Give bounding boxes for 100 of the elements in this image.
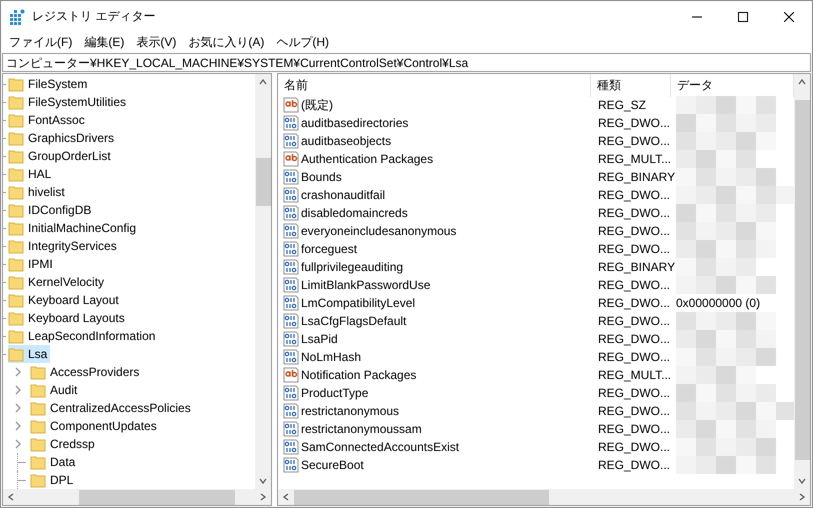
value-type: REG_SZ <box>597 97 648 114</box>
value-type: REG_DWO... <box>597 277 671 294</box>
value-name[interactable]: (既定) <box>278 96 591 114</box>
value-name[interactable]: auditbasedirectories <box>278 114 591 132</box>
close-icon <box>784 12 794 22</box>
expand-chevron-icon[interactable] <box>14 403 22 413</box>
folder-icon <box>8 184 24 200</box>
tree-item[interactable]: FontAssoc <box>8 111 88 129</box>
menu-item[interactable]: ヘルプ(H) <box>270 32 335 51</box>
vertical-scrollbar[interactable] <box>794 74 810 489</box>
folder-icon <box>8 256 24 272</box>
tree-item[interactable]: HAL <box>8 165 54 183</box>
column-header[interactable]: 種類 <box>591 74 671 97</box>
tree-item[interactable]: Audit <box>30 381 80 399</box>
scrollbar-thumb[interactable] <box>256 158 270 206</box>
folder-icon <box>8 130 24 146</box>
menu-item[interactable]: ファイル(F) <box>3 32 78 51</box>
horizontal-scrollbar[interactable] <box>3 489 271 505</box>
folder-icon <box>30 382 46 398</box>
value-type: REG_DWO... <box>597 187 671 204</box>
value-name[interactable]: restrictanonymous <box>278 402 591 420</box>
address-field[interactable]: コンピューター¥HKEY_LOCAL_MACHINE¥SYSTEM¥CurrentControlSet¥Control¥Lsa <box>2 53 811 72</box>
tree-item[interactable]: Credssp <box>30 435 98 453</box>
expand-chevron-icon[interactable] <box>14 421 22 431</box>
value-name[interactable]: fullprivilegeauditing <box>278 258 591 276</box>
value-name[interactable]: auditbaseobjects <box>278 132 591 150</box>
tree-item[interactable]: Lsa <box>8 345 50 363</box>
binary-value-icon <box>283 295 299 311</box>
value-name[interactable]: LimitBlankPasswordUse <box>278 276 591 294</box>
tree-item[interactable]: ComponentUpdates <box>30 417 160 435</box>
expand-chevron-icon[interactable] <box>14 367 22 377</box>
binary-value-icon <box>283 457 299 473</box>
tree-item[interactable]: hivelist <box>8 183 68 201</box>
tree-item[interactable]: Keyboard Layouts <box>8 309 128 327</box>
tree-item[interactable]: GroupOrderList <box>8 147 114 165</box>
value-type: REG_DWO... <box>597 331 671 348</box>
binary-value-icon <box>283 331 299 347</box>
value-name[interactable]: SecureBoot <box>278 456 591 474</box>
window-title: レジストリ エディター <box>32 8 156 25</box>
value-name[interactable]: everyoneincludesanonymous <box>278 222 591 240</box>
tree-item[interactable]: InitialMachineConfig <box>8 219 140 237</box>
value-name[interactable]: NoLmHash <box>278 348 591 366</box>
menu-item[interactable]: お気に入り(A) <box>182 32 270 51</box>
horizontal-scrollbar[interactable] <box>278 489 810 505</box>
value-name[interactable]: forceguest <box>278 240 591 258</box>
folder-icon <box>8 274 24 290</box>
value-name[interactable]: disabledomaincreds <box>278 204 591 222</box>
binary-value-icon <box>283 187 299 203</box>
tree-item[interactable]: KernelVelocity <box>8 273 108 291</box>
vertical-scrollbar[interactable] <box>255 74 271 489</box>
menu-item[interactable]: 表示(V) <box>130 32 182 51</box>
value-name[interactable]: LmCompatibilityLevel <box>278 294 591 312</box>
scrollbar-thumb[interactable] <box>79 490 235 504</box>
value-name[interactable]: SamConnectedAccountsExist <box>278 438 591 456</box>
tree-item[interactable]: IDConfigDB <box>8 201 94 219</box>
value-type: REG_DWO... <box>597 385 671 402</box>
scrollbar-thumb[interactable] <box>294 490 549 504</box>
value-name[interactable]: restrictanonymoussam <box>278 420 591 438</box>
tree-item[interactable]: AccessProviders <box>30 363 142 381</box>
tree-item[interactable]: Keyboard Layout <box>8 291 122 309</box>
folder-icon <box>8 148 24 164</box>
folder-icon <box>8 238 24 254</box>
value-name[interactable]: Authentication Packages <box>278 150 591 168</box>
value-type: REG_DWO... <box>597 223 671 240</box>
menu-item[interactable]: 編集(E) <box>78 32 130 51</box>
folder-icon <box>8 76 24 92</box>
value-type: REG_DWO... <box>597 403 671 420</box>
folder-icon <box>8 166 24 182</box>
binary-value-icon <box>283 115 299 131</box>
tree-item[interactable]: CentralizedAccessPolicies <box>30 399 194 417</box>
tree-item[interactable]: LeapSecondInformation <box>8 327 158 345</box>
value-type: REG_DWO... <box>597 349 671 366</box>
binary-value-icon <box>283 277 299 293</box>
value-type: REG_MULT... <box>597 151 671 168</box>
expand-chevron-icon[interactable] <box>14 385 22 395</box>
value-type: REG_DWO... <box>597 205 671 222</box>
tree-item[interactable]: FileSystem <box>8 75 90 93</box>
tree-item[interactable]: IntegrityServices <box>8 237 120 255</box>
binary-value-icon <box>283 205 299 221</box>
tree-item[interactable]: DPL <box>30 471 76 489</box>
maximize-icon <box>738 12 748 22</box>
folder-icon <box>8 292 24 308</box>
folder-icon <box>30 454 46 470</box>
value-name[interactable]: ProductType <box>278 384 591 402</box>
tree-item[interactable]: IPMI <box>8 255 56 273</box>
value-name[interactable]: crashonauditfail <box>278 186 591 204</box>
value-name[interactable]: LsaPid <box>278 330 591 348</box>
tree-item[interactable]: GraphicsDrivers <box>8 129 118 147</box>
value-type: REG_DWO... <box>597 241 671 258</box>
folder-icon <box>8 346 24 362</box>
value-name[interactable]: LsaCfgFlagsDefault <box>278 312 591 330</box>
value-name[interactable]: Notification Packages <box>278 366 591 384</box>
string-value-icon <box>283 97 299 113</box>
tree-item[interactable]: FileSystemUtilities <box>8 93 130 111</box>
tree-item[interactable]: Data <box>30 453 78 471</box>
scrollbar-thumb[interactable] <box>794 100 810 460</box>
binary-value-icon <box>283 169 299 185</box>
binary-value-icon <box>283 241 299 257</box>
expand-chevron-icon[interactable] <box>14 439 22 449</box>
value-name[interactable]: Bounds <box>278 168 591 186</box>
